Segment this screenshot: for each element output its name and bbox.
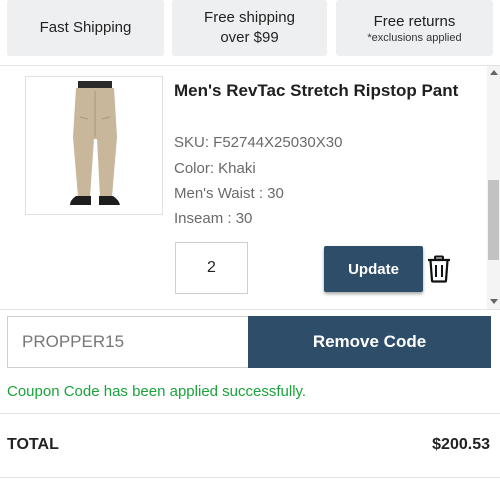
quantity-input[interactable]: 2 bbox=[175, 242, 248, 294]
divider bbox=[0, 413, 500, 414]
divider bbox=[0, 309, 500, 310]
scroll-down-icon[interactable] bbox=[490, 299, 498, 304]
scroll-up-icon[interactable] bbox=[490, 70, 498, 75]
cart-scrollbar[interactable] bbox=[487, 66, 500, 310]
product-color: Color: Khaki bbox=[174, 160, 256, 177]
khaki-pants-image bbox=[26, 77, 162, 214]
free-returns-banner: Free returns *exclusions applied bbox=[336, 0, 493, 56]
fast-shipping-text: Fast Shipping bbox=[39, 19, 132, 36]
total-label: TOTAL bbox=[7, 436, 59, 453]
free-shipping-line2: over $99 bbox=[220, 29, 279, 46]
total-value: $200.53 bbox=[432, 436, 490, 453]
free-shipping-banner: Free shipping over $99 bbox=[172, 0, 327, 56]
free-returns-note: *exclusions applied bbox=[367, 31, 462, 44]
scrollbar-thumb[interactable] bbox=[488, 180, 499, 260]
trash-icon[interactable] bbox=[427, 255, 451, 283]
divider bbox=[0, 477, 500, 478]
free-returns-text: Free returns bbox=[373, 12, 456, 30]
product-image[interactable] bbox=[25, 76, 163, 215]
product-sku: SKU: F52744X25030X30 bbox=[174, 134, 343, 151]
free-shipping-line1: Free shipping bbox=[204, 9, 295, 26]
coupon-code-input[interactable]: PROPPER15 bbox=[7, 316, 249, 368]
remove-code-button[interactable]: Remove Code bbox=[248, 316, 491, 368]
product-title[interactable]: Men's RevTac Stretch Ripstop Pant bbox=[174, 78, 464, 103]
update-button[interactable]: Update bbox=[324, 246, 423, 292]
fast-shipping-banner: Fast Shipping bbox=[7, 0, 164, 56]
coupon-success-message: Coupon Code has been applied successfull… bbox=[7, 383, 307, 400]
cart-items-panel: Men's RevTac Stretch Ripstop Pant SKU: F… bbox=[0, 65, 500, 310]
product-waist: Men's Waist : 30 bbox=[174, 185, 284, 202]
product-inseam: Inseam : 30 bbox=[174, 210, 253, 227]
